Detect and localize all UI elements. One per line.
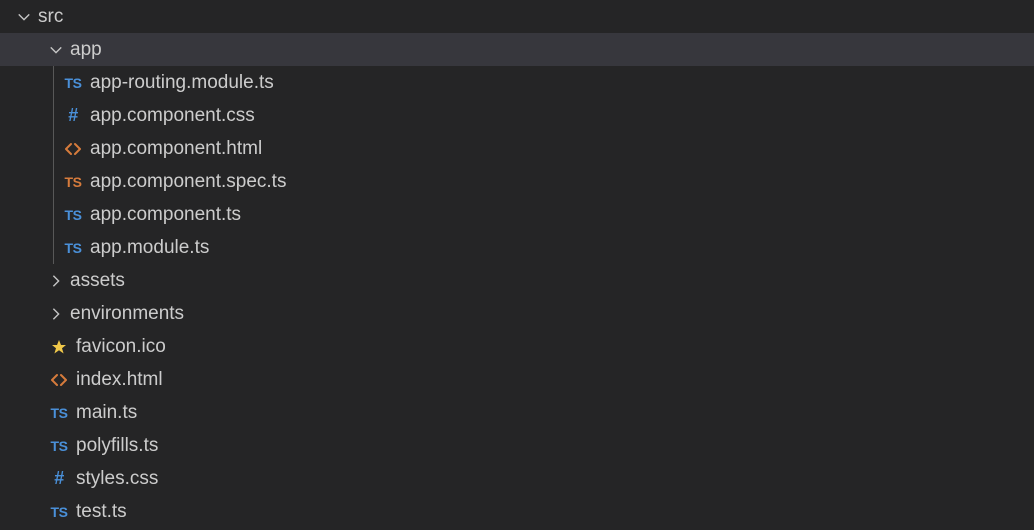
folder-assets[interactable]: assets xyxy=(0,264,1034,297)
file-app-component-html[interactable]: app.component.html xyxy=(0,132,1034,165)
file-label: app-routing.module.ts xyxy=(90,72,274,94)
file-label: favicon.ico xyxy=(76,336,166,358)
html-icon xyxy=(48,372,70,388)
file-label: app.component.spec.ts xyxy=(90,171,286,193)
file-label: app.component.html xyxy=(90,138,262,160)
file-app-component-css[interactable]: # app.component.css xyxy=(0,99,1034,132)
file-main-ts[interactable]: TS main.ts xyxy=(0,396,1034,429)
file-label: app.component.ts xyxy=(90,204,241,226)
file-test-ts[interactable]: TS test.ts xyxy=(0,495,1034,528)
folder-label: src xyxy=(38,6,63,28)
file-favicon-ico[interactable]: favicon.ico xyxy=(0,330,1034,363)
css-icon: # xyxy=(48,468,70,489)
typescript-icon: TS xyxy=(62,207,84,223)
html-icon xyxy=(62,141,84,157)
folder-label: assets xyxy=(70,270,125,292)
typescript-icon: TS xyxy=(62,75,84,91)
favicon-icon xyxy=(48,339,70,355)
file-app-component-ts[interactable]: TS app.component.ts xyxy=(0,198,1034,231)
chevron-right-icon xyxy=(48,306,64,322)
chevron-right-icon xyxy=(48,273,64,289)
folder-label: app xyxy=(70,39,102,61)
folder-app[interactable]: app xyxy=(0,33,1034,66)
file-label: app.component.css xyxy=(90,105,255,127)
file-label: test.ts xyxy=(76,501,127,523)
file-label: main.ts xyxy=(76,402,137,424)
folder-environments[interactable]: environments xyxy=(0,297,1034,330)
file-explorer-tree: src app TS app-routing.module.ts # app.c… xyxy=(0,0,1034,528)
css-icon: # xyxy=(62,105,84,126)
file-label: index.html xyxy=(76,369,163,391)
file-app-component-spec-ts[interactable]: TS app.component.spec.ts xyxy=(0,165,1034,198)
file-app-routing-module-ts[interactable]: TS app-routing.module.ts xyxy=(0,66,1034,99)
typescript-icon: TS xyxy=(48,438,70,454)
file-index-html[interactable]: index.html xyxy=(0,363,1034,396)
file-app-module-ts[interactable]: TS app.module.ts xyxy=(0,231,1034,264)
typescript-spec-icon: TS xyxy=(62,174,84,190)
file-label: app.module.ts xyxy=(90,237,209,259)
file-polyfills-ts[interactable]: TS polyfills.ts xyxy=(0,429,1034,462)
chevron-down-icon xyxy=(16,9,32,25)
file-label: styles.css xyxy=(76,468,158,490)
folder-src[interactable]: src xyxy=(0,0,1034,33)
chevron-down-icon xyxy=(48,42,64,58)
typescript-icon: TS xyxy=(48,405,70,421)
typescript-icon: TS xyxy=(48,504,70,520)
file-styles-css[interactable]: # styles.css xyxy=(0,462,1034,495)
folder-label: environments xyxy=(70,303,184,325)
typescript-icon: TS xyxy=(62,240,84,256)
file-label: polyfills.ts xyxy=(76,435,158,457)
